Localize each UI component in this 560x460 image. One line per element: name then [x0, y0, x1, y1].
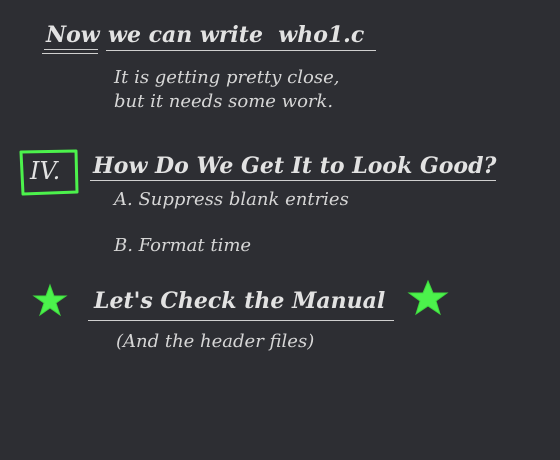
section-heading-underline [90, 180, 496, 181]
manual-heading-underline [88, 320, 394, 321]
title-now-underline-2 [42, 53, 98, 54]
section-numeral: IV. [30, 157, 61, 185]
title-now: Now [46, 22, 100, 48]
section-heading: How Do We Get It to Look Good? [93, 153, 497, 179]
manual-note: (And the header files) [116, 331, 315, 352]
title-underline [106, 50, 376, 51]
manual-heading: Let's Check the Manual [94, 288, 386, 314]
star-icon-left [32, 283, 68, 317]
star-icon-right [407, 279, 449, 316]
intro-line-2: but it needs some work. [114, 91, 334, 112]
title-now-underline-1 [44, 49, 98, 50]
item-b: B. Format time [114, 235, 252, 256]
intro-line-1: It is getting pretty close, [114, 67, 340, 88]
item-a: A. Suppress blank entries [114, 189, 349, 210]
title-text: we can write who1.c [108, 22, 365, 48]
